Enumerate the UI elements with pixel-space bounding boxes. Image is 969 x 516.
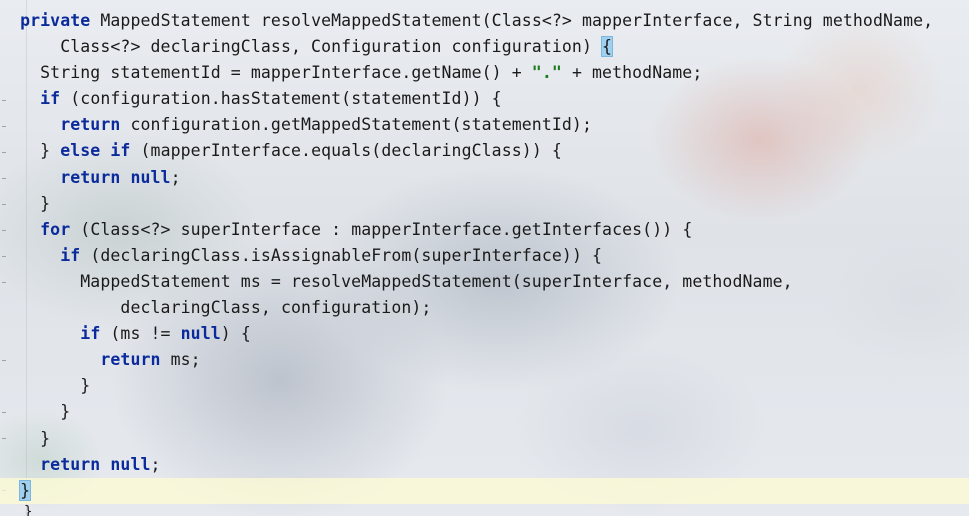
code-token: (declaringClass.isAssignableFrom(superIn…	[80, 245, 603, 265]
next-line-brace: }	[24, 504, 33, 516]
keyword-token: if	[80, 324, 101, 344]
code-token: + methodName;	[561, 63, 703, 83]
keyword-token: if	[60, 245, 81, 265]
code-token: (mapperInterface.equals(declaringClass))…	[130, 141, 562, 161]
code-line[interactable]: if (ms != null) {	[0, 321, 969, 347]
code-token: declaringClass, configuration);	[0, 298, 432, 318]
code-token: Class<?> declaringClass, Configuration c…	[0, 37, 603, 57]
code-editor[interactable]: private MappedStatement resolveMappedSta…	[0, 8, 969, 504]
code-line[interactable]: }	[0, 191, 969, 217]
code-token: MappedStatement ms = resolveMappedStatem…	[0, 271, 793, 291]
keyword-token: if	[40, 89, 61, 109]
matched-brace-token: }	[19, 479, 32, 501]
keyword-token: return	[60, 167, 121, 187]
code-line[interactable]: return null;	[0, 452, 969, 478]
keyword-token: return	[40, 454, 101, 474]
keyword-token: for	[40, 219, 71, 239]
keyword-token: null	[110, 454, 151, 474]
code-token: MappedStatement resolveMappedStatement(C…	[90, 11, 934, 30]
code-token: }	[0, 428, 51, 448]
code-token: ) {	[220, 324, 251, 344]
code-token: (configuration.hasStatement(statementId)…	[60, 89, 502, 109]
keyword-token: return	[60, 115, 121, 135]
code-token: String statementId = mapperInterface.get…	[0, 63, 532, 83]
code-line[interactable]: MappedStatement ms = resolveMappedStatem…	[0, 269, 969, 295]
code-line[interactable]: }	[0, 373, 969, 399]
code-line[interactable]: declaringClass, configuration);	[0, 295, 969, 321]
code-line[interactable]: return ms;	[0, 347, 969, 373]
code-line[interactable]: String statementId = mapperInterface.get…	[0, 60, 969, 86]
code-line[interactable]: private MappedStatement resolveMappedSta…	[0, 8, 969, 34]
code-token: ;	[150, 454, 161, 474]
code-line[interactable]: return null;	[0, 165, 969, 191]
code-line[interactable]: }	[0, 399, 969, 425]
keyword-token: if	[110, 141, 131, 161]
keyword-token: private	[20, 11, 91, 30]
string-literal-token: "."	[531, 63, 562, 83]
code-line[interactable]: if (configuration.hasStatement(statement…	[0, 86, 969, 112]
matched-brace-token: {	[601, 36, 614, 58]
code-line[interactable]: Class<?> declaringClass, Configuration c…	[0, 34, 969, 60]
code-line[interactable]: }	[0, 426, 969, 452]
code-line[interactable]: for (Class<?> superInterface : mapperInt…	[0, 217, 969, 243]
code-token: }	[0, 141, 61, 161]
code-line[interactable]: return configuration.getMappedStatement(…	[0, 112, 969, 138]
code-token: }	[0, 193, 51, 213]
code-token: ;	[170, 167, 181, 187]
code-token: (Class<?> superInterface : mapperInterfa…	[70, 219, 693, 239]
keyword-token: null	[130, 167, 171, 187]
keyword-token: else	[60, 141, 101, 161]
code-token: ms;	[160, 350, 201, 370]
code-token: (ms !=	[100, 324, 181, 344]
code-token: }	[0, 376, 91, 396]
code-line[interactable]: if (declaringClass.isAssignableFrom(supe…	[0, 243, 969, 269]
code-token: configuration.getMappedStatement(stateme…	[120, 115, 592, 135]
code-line[interactable]: } else if (mapperInterface.equals(declar…	[0, 138, 969, 164]
keyword-token: null	[180, 324, 221, 344]
code-token: }	[0, 402, 71, 422]
code-line[interactable]: }	[0, 478, 969, 504]
keyword-token: return	[100, 350, 161, 370]
